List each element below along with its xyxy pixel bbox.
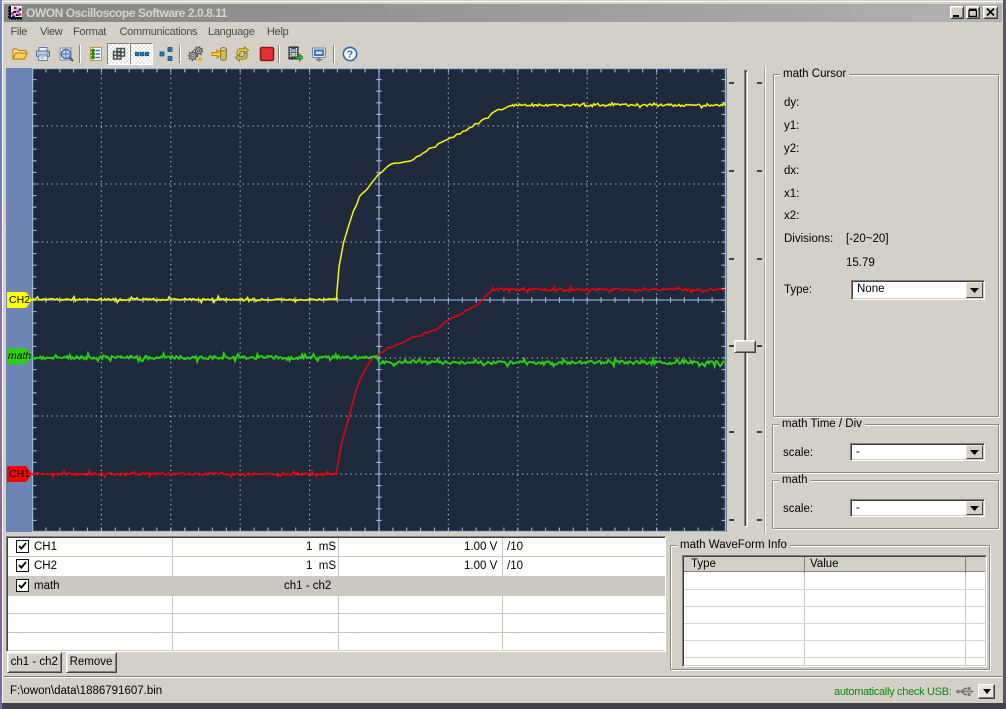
svg-text:?: ? — [346, 49, 352, 61]
